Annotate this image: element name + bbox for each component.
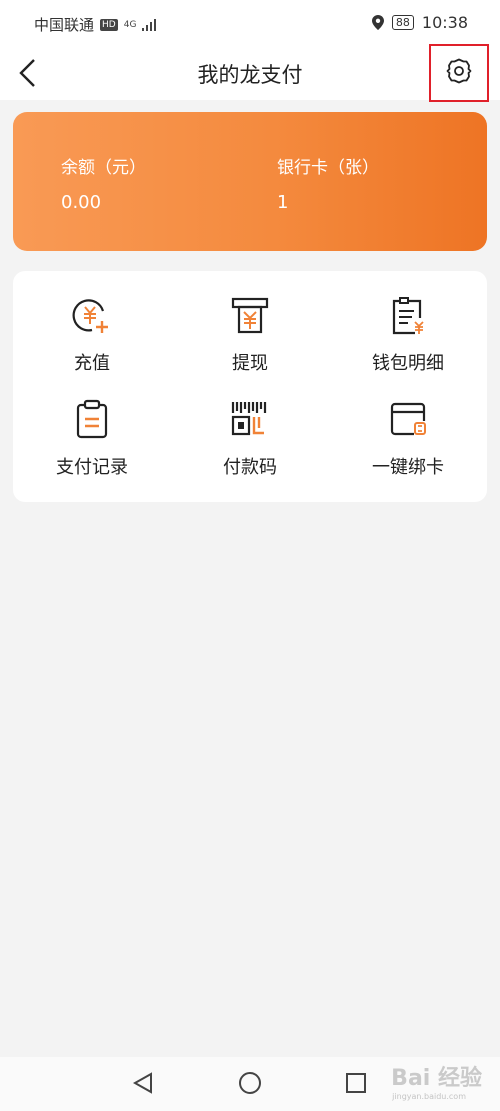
menu-label-bind-card: 一键绑卡 [372,457,444,478]
payment-record-icon [76,399,108,439]
menu-item-recharge[interactable]: 充值 [13,271,171,381]
nav-home-icon[interactable] [238,1071,262,1095]
location-icon [371,15,384,30]
gear-icon[interactable] [446,58,472,84]
settings-button[interactable] [429,44,489,102]
app-header: 我的龙支付 [0,44,500,102]
balance-label: 余额（元） [61,158,146,178]
menu-label-withdraw: 提现 [232,353,268,374]
menu-label-wallet-detail: 钱包明细 [372,353,444,374]
nav-recents-icon[interactable] [345,1071,367,1095]
bank-card-count[interactable]: 1 [277,192,288,213]
balance-card: 余额（元） 0.00 银行卡（张） 1 [13,112,487,251]
menu-label-payment-code: 付款码 [223,457,277,478]
watermark: Bai 经验 [391,1066,482,1091]
hd-badge: HD [100,18,118,31]
network-label: 4G [123,19,137,30]
wallet-menu: 充值 提现 钱包明细 支付记录 付款码 一键绑卡 [13,271,487,502]
recharge-icon [72,299,108,333]
menu-item-payment-code[interactable]: 付款码 [171,383,329,493]
menu-item-wallet-detail[interactable]: 钱包明细 [329,271,487,381]
menu-item-payment-record[interactable]: 支付记录 [13,383,171,493]
bank-card-label: 银行卡（张） [277,158,379,178]
wallet-detail-icon [392,297,424,335]
menu-label-recharge: 充值 [74,353,110,374]
watermark-url: jingyan.baidu.com [392,1092,466,1101]
clock: 10:38 [421,13,468,32]
bind-card-icon [390,402,426,436]
payment-code-icon [231,402,267,436]
nav-back-icon[interactable] [132,1071,154,1095]
page-title: 我的龙支付 [197,63,303,87]
battery-indicator: 88 [391,15,414,30]
balance-value[interactable]: 0.00 [61,192,101,213]
signal-icon [142,18,157,31]
menu-label-payment-record: 支付记录 [56,457,128,478]
withdraw-icon [231,297,269,334]
status-bar: 中国联通 HD 4G 88 10:38 [0,0,500,46]
carrier-label: 中国联通 [34,16,95,34]
menu-item-bind-card[interactable]: 一键绑卡 [329,383,487,493]
menu-item-withdraw[interactable]: 提现 [171,271,329,381]
